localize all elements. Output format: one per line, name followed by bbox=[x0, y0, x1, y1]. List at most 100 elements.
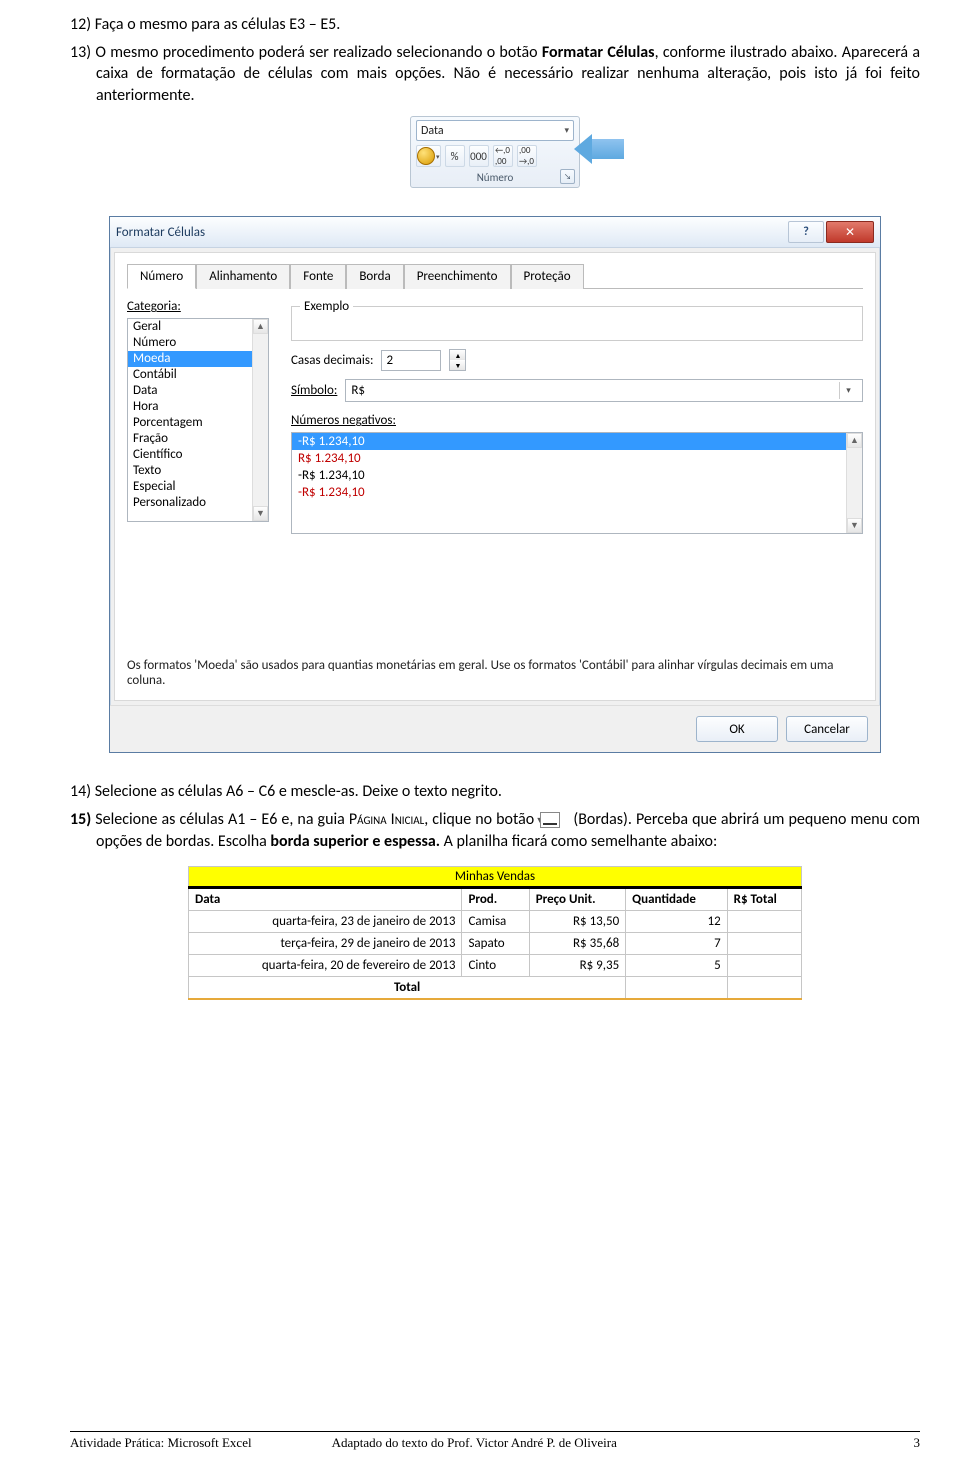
list-item[interactable]: Geral bbox=[128, 319, 268, 335]
scrollbar[interactable]: ▲ ▼ bbox=[846, 433, 862, 533]
list-item[interactable]: Personalizado bbox=[128, 495, 268, 511]
step-15-prefix: 15) bbox=[70, 810, 91, 829]
percent-icon: % bbox=[451, 150, 459, 163]
scroll-down-icon[interactable]: ▼ bbox=[253, 506, 268, 521]
step-13-text-a: 13) O mesmo procedimento poderá ser real… bbox=[70, 43, 542, 62]
list-item[interactable]: Data bbox=[128, 383, 268, 399]
sheet-title: Minhas Vendas bbox=[188, 866, 802, 886]
example-label: Exemplo bbox=[300, 299, 353, 314]
list-item[interactable]: Hora bbox=[128, 399, 268, 415]
close-button[interactable]: ✕ bbox=[826, 221, 874, 243]
symbol-value: R$ bbox=[351, 383, 365, 398]
cell: terça-feira, 29 de janeiro de 2013 bbox=[189, 933, 462, 955]
cell bbox=[626, 977, 728, 1000]
tab-fonte[interactable]: Fonte bbox=[290, 264, 346, 289]
cell: R$ 35,68 bbox=[529, 933, 625, 955]
tab-numero[interactable]: Número bbox=[127, 264, 196, 289]
coin-icon bbox=[417, 147, 435, 165]
borders-icon bbox=[540, 812, 560, 828]
footer-page-number: 3 bbox=[914, 1435, 921, 1451]
step-13-bold: Formatar Células bbox=[542, 43, 655, 62]
percent-button[interactable]: % bbox=[445, 145, 465, 167]
help-button[interactable]: ? bbox=[788, 221, 824, 243]
number-format-value: Data bbox=[421, 124, 444, 138]
ok-button[interactable]: OK bbox=[696, 716, 778, 742]
symbol-combo[interactable]: R$ ▾ bbox=[345, 379, 863, 402]
cancel-button[interactable]: Cancelar bbox=[786, 716, 868, 742]
list-item[interactable]: Fração bbox=[128, 431, 268, 447]
symbol-label: Símbolo: bbox=[291, 383, 337, 398]
category-listbox[interactable]: Geral Número Moeda Contábil Data Hora Po… bbox=[127, 318, 269, 522]
dialog-launcher-icon[interactable]: ↘ bbox=[560, 169, 575, 184]
cell: 7 bbox=[626, 933, 728, 955]
step-15-b: , clique no botão bbox=[424, 810, 538, 829]
thousands-icon: 000 bbox=[470, 150, 487, 163]
scroll-down-icon[interactable]: ▼ bbox=[847, 518, 862, 533]
dialog-title: Formatar Células bbox=[116, 225, 205, 240]
decimals-spinner[interactable]: ▲ ▼ bbox=[449, 349, 466, 371]
table-total-row: Total bbox=[189, 977, 802, 1000]
negatives-listbox[interactable]: -R$ 1.234,10 R$ 1.234,10 -R$ 1.234,10 -R… bbox=[291, 432, 863, 534]
col-preco: Preço Unit. bbox=[529, 888, 625, 911]
spin-up-icon[interactable]: ▲ bbox=[450, 350, 465, 360]
tab-borda[interactable]: Borda bbox=[346, 264, 403, 289]
scrollbar[interactable]: ▲ ▼ bbox=[252, 319, 268, 521]
step-15-a: Selecione as células A1 – E6 e, na guia bbox=[95, 810, 349, 829]
chevron-down-icon: ▾ bbox=[839, 382, 857, 399]
col-prod: Prod. bbox=[462, 888, 529, 911]
tab-protecao[interactable]: Proteção bbox=[511, 264, 584, 289]
decimals-input[interactable]: 2 bbox=[381, 350, 441, 371]
scroll-up-icon[interactable]: ▲ bbox=[253, 319, 268, 334]
accounting-format-button[interactable]: ▾ bbox=[416, 145, 441, 167]
cell bbox=[727, 977, 801, 1000]
cell: quarta-feira, 23 de janeiro de 2013 bbox=[189, 911, 462, 933]
format-cells-dialog: Formatar Células ? ✕ Número Alinhamento … bbox=[109, 216, 881, 753]
cell: 5 bbox=[626, 955, 728, 977]
list-item[interactable]: Científico bbox=[128, 447, 268, 463]
chevron-down-icon: ▾ bbox=[436, 152, 440, 161]
list-item[interactable]: Especial bbox=[128, 479, 268, 495]
cell: R$ 9,35 bbox=[529, 955, 625, 977]
thousands-button[interactable]: 000 bbox=[469, 145, 489, 167]
footer-left: Atividade Prática: Microsoft Excel bbox=[70, 1435, 252, 1451]
tab-alinhamento[interactable]: Alinhamento bbox=[196, 264, 290, 289]
table-row: terça-feira, 29 de janeiro de 2013 Sapat… bbox=[189, 933, 802, 955]
list-item[interactable]: R$ 1.234,10 bbox=[292, 450, 862, 467]
cell: 12 bbox=[626, 911, 728, 933]
cell bbox=[727, 933, 801, 955]
dialog-hint: Os formatos 'Moeda' são usados para quan… bbox=[127, 658, 863, 688]
chevron-down-icon: ▾ bbox=[564, 125, 569, 136]
footer-mid: Adaptado do texto do Prof. Victor André … bbox=[252, 1435, 914, 1451]
tab-preenchimento[interactable]: Preenchimento bbox=[404, 264, 511, 289]
list-item[interactable]: Texto bbox=[128, 463, 268, 479]
list-item[interactable]: Porcentagem bbox=[128, 415, 268, 431]
increase-decimal-button[interactable]: ←,0,00 bbox=[493, 145, 513, 167]
negatives-label: Números negativos: bbox=[291, 413, 396, 428]
cell bbox=[727, 955, 801, 977]
number-format-combo[interactable]: Data ▾ bbox=[416, 120, 574, 141]
step-12: 12) Faça o mesmo para as células E3 – E5… bbox=[70, 14, 920, 36]
list-item[interactable]: Moeda bbox=[128, 351, 268, 367]
step-15: 15) Selecione as células A1 – E6 e, na g… bbox=[70, 809, 920, 852]
cell: Cinto bbox=[462, 955, 529, 977]
ribbon-number-group: Data ▾ ▾ % 000 ←,0,00 ,00→,0 Número ↘ bbox=[410, 116, 580, 188]
dialog-tabs: Número Alinhamento Fonte Borda Preenchim… bbox=[127, 263, 863, 289]
dialog-titlebar: Formatar Células ? ✕ bbox=[110, 217, 880, 248]
cell bbox=[727, 911, 801, 933]
list-item[interactable]: -R$ 1.234,10 bbox=[292, 467, 862, 484]
list-item[interactable]: Contábil bbox=[128, 367, 268, 383]
table-row: quarta-feira, 23 de janeiro de 2013 Cami… bbox=[189, 911, 802, 933]
spin-down-icon[interactable]: ▼ bbox=[450, 360, 465, 370]
scroll-up-icon[interactable]: ▲ bbox=[847, 433, 862, 448]
decrease-decimal-button[interactable]: ,00→,0 bbox=[517, 145, 537, 167]
list-item[interactable]: -R$ 1.234,10 bbox=[292, 433, 862, 450]
callout-arrow-icon bbox=[590, 139, 624, 159]
step-15-bold: borda superior e espessa. bbox=[270, 832, 440, 851]
cell: quarta-feira, 20 de fevereiro de 2013 bbox=[189, 955, 462, 977]
spreadsheet-preview: Minhas Vendas Data Prod. Preço Unit. Qua… bbox=[188, 866, 802, 1000]
cell: Camisa bbox=[462, 911, 529, 933]
step-13: 13) O mesmo procedimento poderá ser real… bbox=[70, 42, 920, 107]
list-item[interactable]: -R$ 1.234,10 bbox=[292, 484, 862, 501]
page-footer: Atividade Prática: Microsoft Excel Adapt… bbox=[0, 1431, 960, 1451]
list-item[interactable]: Número bbox=[128, 335, 268, 351]
